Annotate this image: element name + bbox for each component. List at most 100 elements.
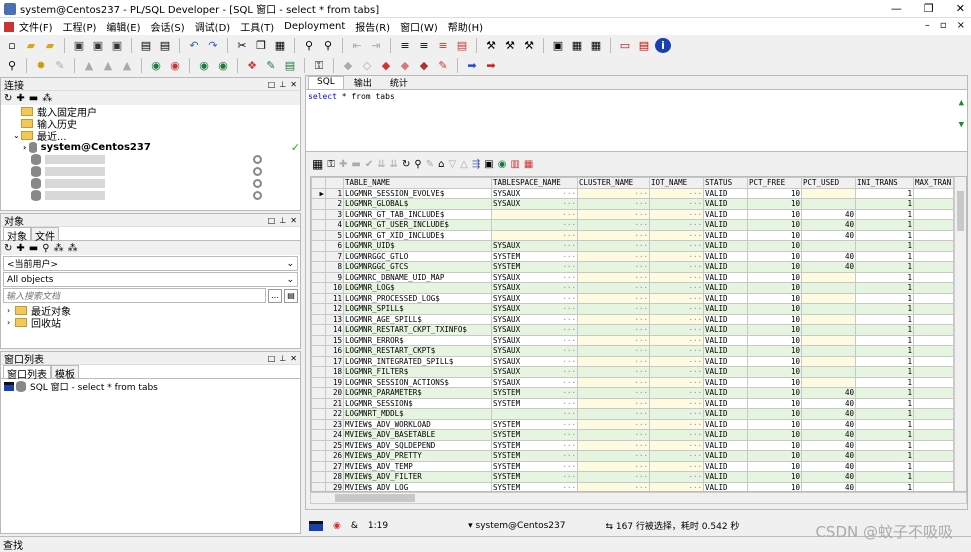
- panel-float-icon[interactable]: □: [268, 216, 276, 225]
- table-cell[interactable]: 10: [747, 292, 802, 304]
- report-icon[interactable]: ▤: [282, 58, 298, 73]
- table-cell[interactable]: ···: [577, 219, 650, 231]
- table-cell[interactable]: LOGMNRGGC_GTLO: [343, 250, 492, 262]
- table-cell[interactable]: 10: [747, 313, 802, 325]
- tree-item[interactable]: [13, 189, 300, 201]
- table-cell[interactable]: LOGMNR_AGE_SPILL$: [343, 313, 492, 325]
- add-icon[interactable]: ✚: [16, 93, 24, 104]
- table-cell[interactable]: ···: [649, 460, 704, 472]
- add-icon[interactable]: ✚: [16, 243, 24, 254]
- close-button[interactable]: ✕: [956, 2, 965, 15]
- row-indicator[interactable]: [311, 429, 326, 441]
- table-row[interactable]: 12 LOGMNR_SPILL$ ··· SYSAUX ··· ··· VALID 10 1: [311, 303, 954, 315]
- row-indicator[interactable]: [311, 397, 326, 409]
- table-cell[interactable]: MVIEW$_ADV_TEMP: [343, 460, 492, 472]
- table-cell[interactable]: ··· SYSAUX: [491, 198, 578, 210]
- oracle-icon[interactable]: ▭: [617, 38, 633, 53]
- arrow-down-icon[interactable]: ▼: [959, 120, 964, 130]
- bookmark-purple-icon[interactable]: ◆: [416, 58, 432, 73]
- table-cell[interactable]: 40: [801, 429, 856, 441]
- table-cell[interactable]: [913, 408, 954, 420]
- panel-close-icon[interactable]: ✕: [290, 354, 297, 363]
- table-cell[interactable]: LOGMNR_SESSION_ACTIONS$: [343, 376, 492, 388]
- table-cell[interactable]: 40: [801, 208, 856, 220]
- table-row[interactable]: 15 LOGMNR_ERROR$ ··· SYSAUX ··· ··· VALID 10 1: [311, 334, 954, 346]
- rollback-icon[interactable]: ◉: [167, 58, 183, 73]
- table-cell[interactable]: 1: [855, 408, 914, 420]
- table-cell[interactable]: ···: [577, 376, 650, 388]
- table-cell[interactable]: ···: [577, 187, 650, 199]
- table-cell[interactable]: ···: [649, 198, 704, 210]
- row-indicator[interactable]: [311, 460, 326, 472]
- table-cell[interactable]: ···: [649, 376, 704, 388]
- tab-output[interactable]: 输出: [346, 76, 380, 89]
- table-cell[interactable]: LOGMNR_LOG$: [343, 282, 492, 294]
- export-table-icon[interactable]: ▦: [524, 159, 533, 170]
- bookmark-red-icon[interactable]: ◆: [378, 58, 394, 73]
- sort-icon[interactable]: ⇶: [472, 159, 480, 170]
- table-cell[interactable]: [801, 198, 856, 210]
- table-cell[interactable]: ···: [577, 282, 650, 294]
- menu-tools[interactable]: 工具(T): [240, 19, 274, 34]
- bookmark-orange-icon[interactable]: ◆: [397, 58, 413, 73]
- table-cell[interactable]: ··· SYSAUX: [491, 355, 578, 367]
- table-row[interactable]: 26 MVIEW$_ADV_PRETTY ··· SYSTEM ··· ··· VALID 1…: [311, 450, 954, 462]
- panel-pin-icon[interactable]: ⊥: [279, 354, 286, 363]
- table-cell[interactable]: 1: [855, 282, 914, 294]
- lock-icon[interactable]: ⚿: [327, 159, 335, 170]
- table-cell[interactable]: ···: [649, 324, 704, 336]
- table-cell[interactable]: 10: [747, 460, 802, 472]
- table-cell[interactable]: [913, 303, 954, 315]
- object-type-select[interactable]: All objects ⌄: [3, 272, 298, 287]
- table-cell[interactable]: VALID: [703, 261, 748, 273]
- table-cell[interactable]: ···: [649, 240, 704, 252]
- row-indicator[interactable]: [311, 387, 326, 399]
- table-cell[interactable]: ···: [577, 303, 650, 315]
- table-cell[interactable]: 40: [801, 219, 856, 231]
- table-row[interactable]: 24 MVIEW$_ADV_BASETABLE ··· SYSTEM ··· ··· VAL…: [311, 429, 954, 441]
- fetch-icon[interactable]: ▲: [81, 58, 97, 73]
- table-cell[interactable]: VALID: [703, 187, 748, 199]
- filter-icon[interactable]: ⁂: [54, 243, 64, 254]
- table-cell[interactable]: 40: [801, 460, 856, 472]
- table-cell[interactable]: VALID: [703, 324, 748, 336]
- table-cell[interactable]: [913, 376, 954, 388]
- table-row[interactable]: 16 LOGMNR_RESTART_CKPT$ ··· SYSAUX ··· ··· VAL…: [311, 345, 954, 357]
- table-cell[interactable]: ···: [649, 387, 704, 399]
- table-cell[interactable]: ···: [577, 261, 650, 273]
- macro-play-icon[interactable]: ⚒: [521, 38, 537, 53]
- table-cell[interactable]: ···: [577, 355, 650, 367]
- find-icon[interactable]: ⚲: [42, 243, 49, 254]
- panel-float-icon[interactable]: □: [268, 354, 276, 363]
- post-icon[interactable]: ✔: [365, 159, 373, 170]
- table-cell[interactable]: ··· SYSTEM: [491, 481, 578, 491]
- table-cell[interactable]: ···: [577, 240, 650, 252]
- row-indicator[interactable]: [311, 229, 326, 241]
- table-cell[interactable]: VALID: [703, 418, 748, 430]
- table-cell[interactable]: ··· SYSAUX: [491, 376, 578, 388]
- table-cell[interactable]: [801, 313, 856, 325]
- table-cell[interactable]: ···: [577, 324, 650, 336]
- bookmark-clear-icon[interactable]: ✎: [435, 58, 451, 73]
- table-cell[interactable]: LOGMNRC_DBNAME_UID_MAP: [343, 271, 492, 283]
- table-cell[interactable]: 1: [855, 324, 914, 336]
- table-cell[interactable]: 10: [747, 271, 802, 283]
- table-cell[interactable]: [801, 303, 856, 315]
- table-cell[interactable]: 1: [855, 397, 914, 409]
- table-cell[interactable]: 10: [747, 261, 802, 273]
- row-indicator[interactable]: [311, 439, 326, 451]
- table-cell[interactable]: VALID: [703, 303, 748, 315]
- table-cell[interactable]: ··· SYSTEM: [491, 397, 578, 409]
- table-cell[interactable]: 10: [747, 219, 802, 231]
- table-cell[interactable]: ···: [649, 429, 704, 441]
- table-cell[interactable]: LOGMNR_GT_USER_INCLUDE$: [343, 219, 492, 231]
- disconnect-icon[interactable]: ◉: [215, 58, 231, 73]
- row-indicator[interactable]: [311, 250, 326, 262]
- table-cell[interactable]: [913, 187, 954, 199]
- table-cell[interactable]: ··· SYSTEM: [491, 429, 578, 441]
- table-cell[interactable]: ···: [577, 408, 650, 420]
- save-all-icon[interactable]: ▣: [109, 38, 125, 53]
- table-row[interactable]: 20 LOGMNR_PARAMETER$ ··· SYSTEM ··· ··· VALID 1…: [311, 387, 954, 399]
- save-icon[interactable]: ▣: [71, 38, 87, 53]
- table-cell[interactable]: 10: [747, 282, 802, 294]
